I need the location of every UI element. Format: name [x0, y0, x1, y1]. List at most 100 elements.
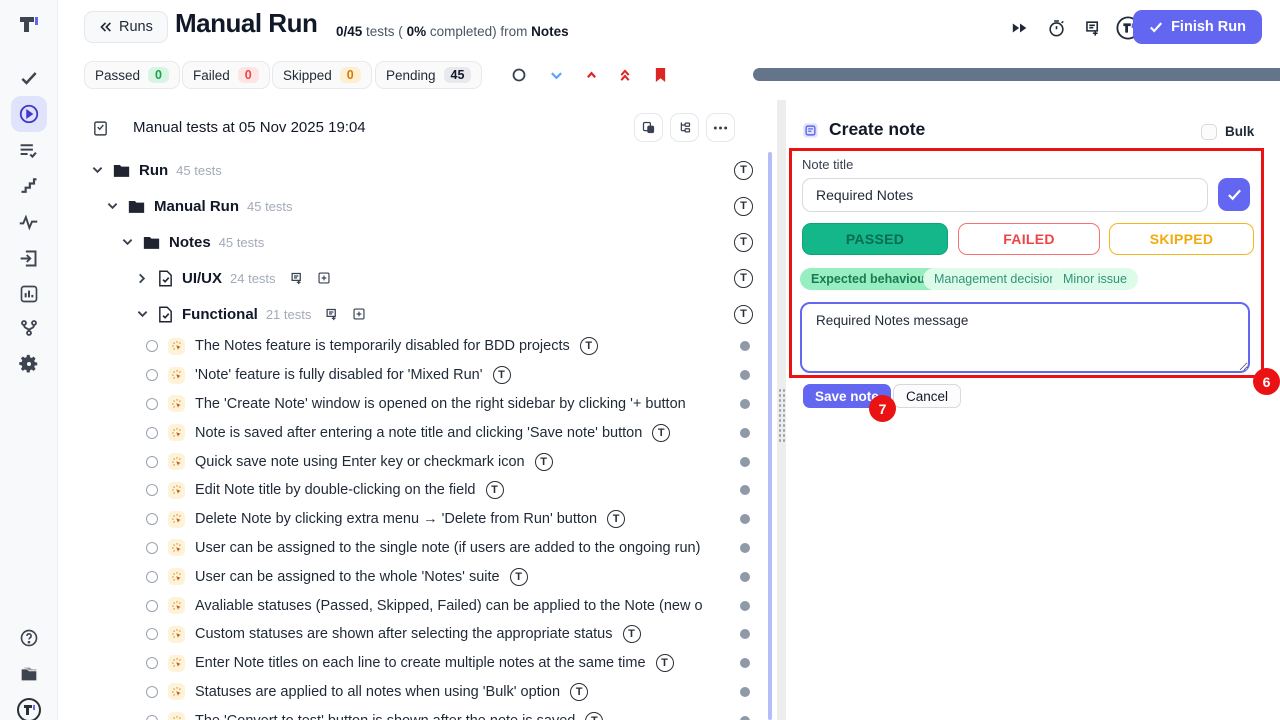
tag-expected-behaviour[interactable]: Expected behaviour	[800, 268, 941, 290]
subtitle-mid1: tests (	[366, 24, 403, 39]
add-test-icon[interactable]	[317, 271, 331, 285]
test-status-radio[interactable]	[146, 600, 158, 612]
chip-label: Failed	[193, 68, 230, 83]
finish-run-button[interactable]: Finish Run	[1133, 10, 1262, 44]
steps-icon[interactable]	[11, 170, 47, 202]
test-row[interactable]: Quick save note using Enter key or check…	[58, 447, 770, 476]
add-test-icon[interactable]	[352, 307, 366, 321]
test-status-radio[interactable]	[146, 427, 158, 439]
branch-icon[interactable]	[11, 312, 47, 344]
test-status-radio[interactable]	[146, 686, 158, 698]
test-row[interactable]: Statuses are applied to all notes when u…	[58, 678, 770, 707]
tag-management-decision[interactable]: Management decision	[923, 268, 1067, 290]
back-to-runs-button[interactable]: Runs	[84, 11, 168, 43]
test-status-radio[interactable]	[146, 571, 158, 583]
help-icon[interactable]	[11, 622, 47, 654]
test-row[interactable]: User can be assigned to the single note …	[58, 534, 770, 563]
import-icon[interactable]	[11, 242, 47, 274]
left-sidebar	[0, 0, 58, 720]
test-row[interactable]: Avaliable statuses (Passed, Skipped, Fai…	[58, 591, 770, 620]
test-status-radio[interactable]	[146, 715, 158, 720]
status-failed-button[interactable]: FAILED	[958, 223, 1100, 255]
bulk-checkbox[interactable]	[1201, 124, 1217, 140]
circle-status-icon[interactable]	[508, 64, 530, 86]
add-note-icon[interactable]	[1080, 16, 1104, 40]
test-status-radio[interactable]	[146, 542, 158, 554]
bookmark-icon[interactable]	[649, 64, 671, 86]
add-note-icon[interactable]	[289, 271, 304, 286]
copy-run-button[interactable]	[634, 113, 663, 142]
chevron-down-icon[interactable]	[90, 163, 104, 177]
test-status-radio[interactable]	[146, 340, 158, 352]
manual-test-icon	[168, 539, 185, 556]
profile-logo-icon[interactable]	[11, 694, 47, 720]
add-note-icon[interactable]	[324, 307, 339, 322]
test-status-radio[interactable]	[146, 628, 158, 640]
more-options-button[interactable]	[706, 113, 735, 142]
filter-chip-skipped[interactable]: Skipped 0	[272, 61, 372, 89]
chevron-down-icon[interactable]	[105, 199, 119, 213]
status-skipped-button[interactable]: SKIPPED	[1109, 223, 1254, 255]
app-logo-icon[interactable]	[11, 8, 47, 40]
test-row[interactable]: User can be assigned to the whole 'Notes…	[58, 562, 770, 591]
suite-row-ui-ux[interactable]: UI/UX24 testsT	[58, 260, 770, 296]
note-title-input[interactable]	[802, 178, 1208, 212]
test-status-radio[interactable]	[146, 484, 158, 496]
fast-forward-icon[interactable]	[1008, 16, 1032, 40]
suite-row-functional[interactable]: Functional21 testsT	[58, 296, 770, 332]
test-title: Statuses are applied to all notes when u…	[195, 684, 560, 700]
filter-chip-passed[interactable]: Passed 0	[84, 61, 180, 89]
settings-gear-icon[interactable]	[11, 348, 47, 380]
tag-minor-issue[interactable]: Minor issue	[1052, 268, 1138, 290]
note-message-textarea[interactable]	[800, 302, 1250, 373]
test-row[interactable]: The Notes feature is temporarily disable…	[58, 332, 770, 361]
suite-row-run[interactable]: Run45 testsT	[58, 152, 770, 188]
suite-count: 21 tests	[266, 307, 312, 322]
test-row[interactable]: The 'Create Note' window is opened on th…	[58, 390, 770, 419]
test-status-radio[interactable]	[146, 513, 158, 525]
panel-resize-gutter[interactable]	[777, 100, 786, 720]
activity-pulse-icon[interactable]	[11, 206, 47, 238]
manual-test-icon	[168, 683, 185, 700]
resize-handle-icon[interactable]	[778, 388, 785, 444]
analytics-icon[interactable]	[11, 278, 47, 310]
priority-double-up-icon[interactable]	[614, 64, 636, 86]
test-owner-badge-icon: T	[652, 424, 670, 442]
test-row[interactable]: Delete Note by clicking extra menu → 'De…	[58, 505, 770, 534]
suite-row-notes[interactable]: Notes45 testsT	[58, 224, 770, 260]
test-status-radio[interactable]	[146, 398, 158, 410]
test-row[interactable]: Note is saved after entering a note titl…	[58, 418, 770, 447]
manual-test-icon	[168, 338, 185, 355]
suite-count: 45 tests	[219, 235, 265, 250]
quick-save-check-button[interactable]	[1218, 178, 1250, 211]
chevron-down-icon[interactable]	[120, 235, 134, 249]
test-status-radio[interactable]	[146, 456, 158, 468]
test-row[interactable]: Custom statuses are shown after selectin…	[58, 620, 770, 649]
check-icon	[1227, 189, 1242, 201]
filter-chip-failed[interactable]: Failed 0	[182, 61, 270, 89]
run-checklist-icon[interactable]	[92, 120, 109, 142]
test-status-radio[interactable]	[146, 369, 158, 381]
priority-up-icon[interactable]	[580, 64, 602, 86]
tests-check-icon[interactable]	[11, 62, 47, 94]
test-status-radio[interactable]	[146, 657, 158, 669]
runs-play-icon[interactable]	[11, 96, 47, 132]
filter-chip-pending[interactable]: Pending 45	[375, 61, 482, 89]
test-title: The 'Convert to test' button is shown af…	[195, 713, 575, 720]
cancel-button[interactable]: Cancel	[893, 384, 961, 408]
test-owner-badge-icon: T	[734, 233, 753, 252]
chevron-down-icon[interactable]	[135, 307, 149, 321]
test-row[interactable]: Enter Note titles on each line to create…	[58, 649, 770, 678]
collapse-down-icon[interactable]	[545, 64, 567, 86]
suite-row-manual-run[interactable]: Manual Run45 testsT	[58, 188, 770, 224]
projects-folder-icon[interactable]	[11, 658, 47, 690]
tree-scrollbar[interactable]	[768, 152, 772, 720]
test-row[interactable]: Edit Note title by double-clicking on th…	[58, 476, 770, 505]
timer-icon[interactable]	[1044, 16, 1068, 40]
test-row[interactable]: The 'Convert to test' button is shown af…	[58, 706, 770, 720]
status-passed-button[interactable]: PASSED	[802, 223, 948, 255]
test-plans-icon[interactable]	[11, 134, 47, 166]
tree-view-button[interactable]	[670, 113, 699, 142]
test-row[interactable]: 'Note' feature is fully disabled for 'Mi…	[58, 361, 770, 390]
chevron-right-icon[interactable]	[135, 271, 149, 285]
